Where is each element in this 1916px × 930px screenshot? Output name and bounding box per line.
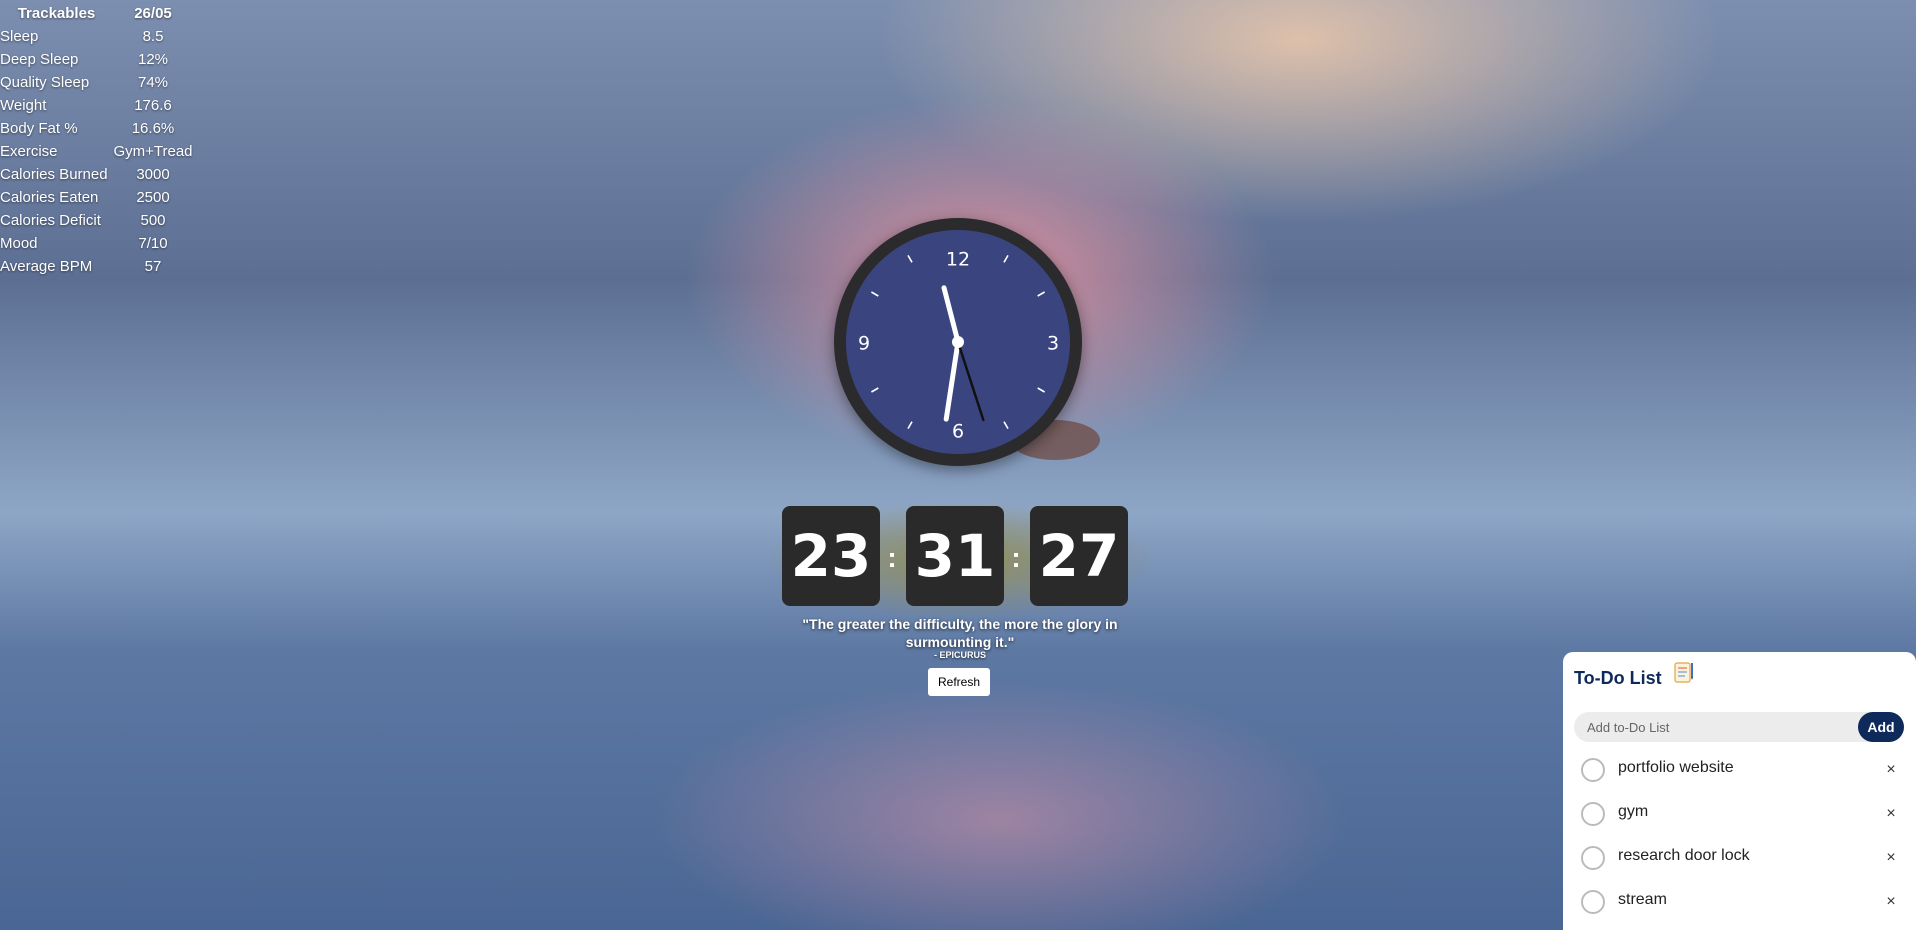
todo-item: research door lock × bbox=[1581, 840, 1901, 884]
trackables-header-row: Trackables 26/05 bbox=[0, 2, 193, 25]
trackable-value: 7/10 bbox=[138, 235, 168, 252]
clock-number-6: 6 bbox=[952, 421, 964, 443]
trackables-row: Quality Sleep 74% bbox=[0, 71, 193, 94]
trackable-label: Weight bbox=[0, 97, 47, 114]
trackable-label: Mood bbox=[0, 235, 38, 252]
todo-item: gym × bbox=[1581, 796, 1901, 840]
todo-checkbox[interactable] bbox=[1581, 802, 1605, 826]
clock-number-3: 3 bbox=[1047, 333, 1059, 355]
clock-number-9: 9 bbox=[858, 333, 870, 355]
todo-item-text[interactable]: gym bbox=[1618, 803, 1648, 821]
trackables-row: Exercise Gym+Tread bbox=[0, 140, 193, 163]
todo-item: stream × bbox=[1581, 884, 1901, 928]
digital-separator: : bbox=[1011, 542, 1021, 573]
delete-icon[interactable]: × bbox=[1881, 890, 1901, 914]
trackable-label: Sleep bbox=[0, 28, 39, 45]
todo-input[interactable] bbox=[1574, 712, 1867, 742]
trackables-row: Calories Burned 3000 bbox=[0, 163, 193, 186]
trackable-value: Gym+Tread bbox=[113, 143, 193, 160]
trackables-row: Weight 176.6 bbox=[0, 94, 193, 117]
trackables-header-label: Trackables bbox=[17, 5, 96, 22]
trackable-label: Calories Deficit bbox=[0, 212, 101, 229]
digital-hours: 23 bbox=[782, 506, 880, 606]
trackables-row: Body Fat % 16.6% bbox=[0, 117, 193, 140]
analog-clock: 12 3 6 9 bbox=[834, 218, 1082, 466]
todo-item-text[interactable]: stream bbox=[1618, 891, 1667, 909]
delete-icon[interactable]: × bbox=[1881, 846, 1901, 870]
trackable-value: 57 bbox=[144, 258, 162, 275]
trackables-row: Calories Eaten 2500 bbox=[0, 186, 193, 209]
clock-center-pin bbox=[952, 336, 964, 348]
quote-text: "The greater the difficulty, the more th… bbox=[802, 616, 1118, 650]
todo-panel: To-Do List Add portfolio website × gym ×… bbox=[1563, 652, 1916, 930]
trackables-panel: Trackables 26/05 Sleep 8.5 Deep Sleep 12% … bbox=[0, 2, 193, 278]
digital-seconds: 27 bbox=[1030, 506, 1128, 606]
trackable-value: 74% bbox=[137, 74, 169, 91]
digital-minutes: 31 bbox=[906, 506, 1004, 606]
todo-title: To-Do List bbox=[1574, 668, 1662, 688]
trackable-label: Quality Sleep bbox=[0, 74, 90, 91]
todo-item-text[interactable]: portfolio website bbox=[1618, 759, 1734, 777]
trackable-value: 12% bbox=[137, 51, 169, 68]
trackable-label: Deep Sleep bbox=[0, 51, 79, 68]
todo-checkbox[interactable] bbox=[1581, 758, 1605, 782]
trackable-value: 8.5 bbox=[142, 28, 164, 45]
trackables-row: Deep Sleep 12% bbox=[0, 48, 193, 71]
trackable-value: 176.6 bbox=[134, 97, 172, 114]
digital-separator: : bbox=[887, 542, 897, 573]
todo-item: portfolio website × bbox=[1581, 752, 1901, 796]
notepad-icon bbox=[1674, 662, 1693, 683]
clock-number-12: 12 bbox=[946, 249, 970, 271]
delete-icon[interactable]: × bbox=[1881, 758, 1901, 782]
trackable-label: Body Fat % bbox=[0, 120, 78, 137]
trackable-value: 16.6% bbox=[131, 120, 175, 137]
delete-icon[interactable]: × bbox=[1881, 802, 1901, 826]
trackable-value: 2500 bbox=[136, 189, 170, 206]
clock-face-svg: 12 3 6 9 bbox=[846, 230, 1070, 454]
trackable-label: Average BPM bbox=[0, 258, 93, 275]
trackable-value: 500 bbox=[140, 212, 166, 229]
todo-add-button[interactable]: Add bbox=[1858, 712, 1904, 742]
trackables-row: Average BPM 57 bbox=[0, 255, 193, 278]
trackable-label: Calories Burned bbox=[0, 166, 108, 183]
trackable-label: Calories Eaten bbox=[0, 189, 99, 206]
todo-list: portfolio website × gym × research door … bbox=[1581, 752, 1901, 928]
refresh-quote-button[interactable]: Refresh bbox=[928, 668, 990, 696]
quote-author: - EPICURUS bbox=[933, 650, 986, 660]
trackables-row: Calories Deficit 500 bbox=[0, 209, 193, 232]
trackables-table: Trackables 26/05 Sleep 8.5 Deep Sleep 12% … bbox=[0, 2, 193, 278]
trackables-row: Sleep 8.5 bbox=[0, 25, 193, 48]
trackables-row: Mood 7/10 bbox=[0, 232, 193, 255]
todo-input-wrap: Add bbox=[1574, 712, 1904, 742]
trackable-value: 3000 bbox=[136, 166, 170, 183]
trackable-label: Exercise bbox=[0, 143, 58, 160]
trackables-header-date: 26/05 bbox=[134, 5, 172, 22]
todo-checkbox[interactable] bbox=[1581, 890, 1605, 914]
todo-item-text[interactable]: research door lock bbox=[1618, 847, 1750, 865]
todo-checkbox[interactable] bbox=[1581, 846, 1605, 870]
